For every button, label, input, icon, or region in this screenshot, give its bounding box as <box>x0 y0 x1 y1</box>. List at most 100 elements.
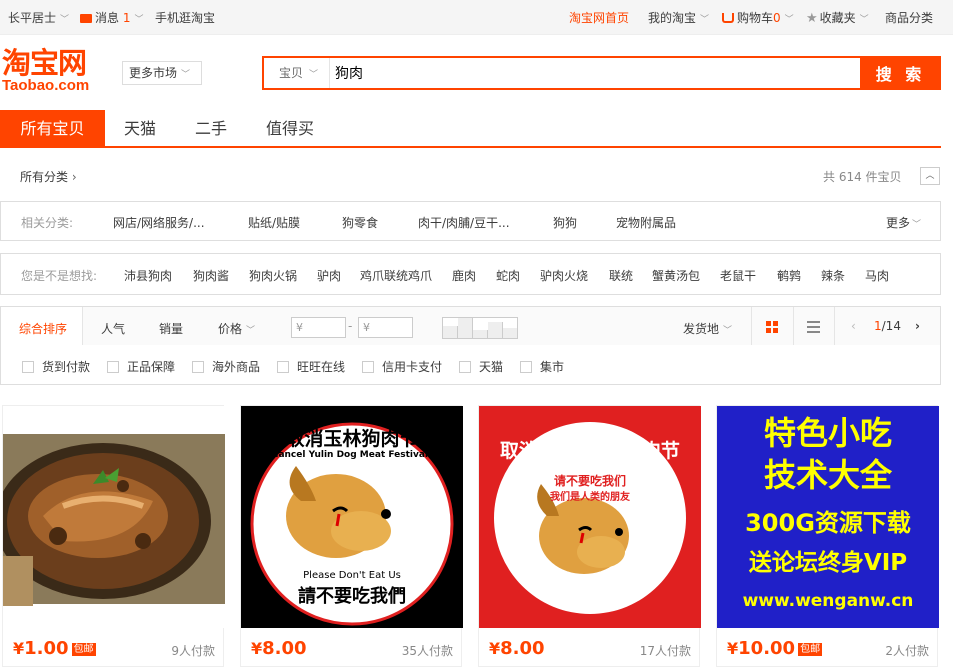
checkbox[interactable] <box>520 361 532 373</box>
related-item[interactable]: 贴纸/贴膜 <box>248 214 300 231</box>
filter-cod[interactable]: 货到付款 <box>22 358 90 375</box>
filter-credit-card[interactable]: 信用卡支付 <box>362 358 442 375</box>
price-min-input[interactable]: ¥ <box>291 317 346 338</box>
user-menu[interactable]: 长平居士 ﹀ <box>8 9 69 26</box>
tab-worth-buying[interactable]: 值得买 <box>247 110 333 148</box>
suggest-item[interactable]: 狗肉酱 <box>193 267 229 284</box>
poster-subtitle: Cancel Yulin Dog Meat Festival! <box>271 450 433 460</box>
related-item[interactable]: 网店/网络服务/... <box>113 214 205 231</box>
filter-tmall[interactable]: 天猫 <box>459 358 503 375</box>
suggest-item[interactable]: 驴肉火烧 <box>540 267 588 284</box>
price-value: 8.00 <box>262 638 307 659</box>
filter-label: 货到付款 <box>42 360 91 374</box>
search-input[interactable] <box>332 58 860 88</box>
chevron-down-icon: ﹀ <box>723 326 733 336</box>
chevron-down-icon: ﹀ <box>246 326 256 336</box>
product-image[interactable]: 取消玉林狗肉节 Cancel Yulin Dog Meat Festival! … <box>241 406 463 628</box>
suggest-label: 您是不是想找: <box>21 269 98 283</box>
sort-sales[interactable]: 销量 <box>159 320 183 337</box>
related-item[interactable]: 宠物附属品 <box>616 214 676 231</box>
sort-default[interactable]: 综合排序 <box>19 320 67 337</box>
suggest-item[interactable]: 联统 <box>609 267 633 284</box>
price-distribution-graph[interactable] <box>442 317 518 339</box>
product-card[interactable]: ¥1.00 包邮 9人付款 <box>2 405 225 667</box>
search-button[interactable]: 搜 索 <box>860 56 941 90</box>
divider <box>751 307 752 347</box>
chevron-down-icon: ﹀ <box>134 15 144 25</box>
cart-link[interactable]: 购物车0 ﹀ <box>722 9 794 26</box>
related-item[interactable]: 狗狗 <box>553 214 577 231</box>
ship-from-select[interactable]: 发货地 ﹀ <box>683 320 732 337</box>
product-card[interactable]: 特色小吃 技术大全 300G资源下载 送论坛终身VIP www.wenganw.… <box>716 405 939 667</box>
suggest-item[interactable]: 蟹黄汤包 <box>652 267 700 284</box>
breadcrumb[interactable]: 所有分类 › <box>20 168 77 185</box>
chevron-down-icon: ﹀ <box>859 15 869 25</box>
checkbox[interactable] <box>22 361 34 373</box>
tab-all-items[interactable]: 所有宝贝 <box>0 110 105 148</box>
filter-market[interactable]: 集市 <box>520 358 564 375</box>
more-markets-button[interactable]: 更多市场 ﹀ <box>122 61 202 85</box>
filter-label: 正品保障 <box>127 360 176 374</box>
checkbox[interactable] <box>192 361 204 373</box>
price-max-input[interactable]: ¥ <box>358 317 413 338</box>
my-taobao-menu[interactable]: 我的淘宝 ﹀ <box>648 9 709 26</box>
related-label: 相关分类: <box>21 216 74 230</box>
filter-wangwang[interactable]: 旺旺在线 <box>277 358 345 375</box>
search-category-select[interactable]: 宝贝 ﹀ <box>264 58 330 88</box>
suggest-item[interactable]: 沛县狗肉 <box>124 267 172 284</box>
prev-page-icon[interactable]: ‹ <box>851 319 856 333</box>
checkbox[interactable] <box>459 361 471 373</box>
checkbox[interactable] <box>107 361 119 373</box>
suggest-item[interactable]: 狗肉火锅 <box>249 267 297 284</box>
filter-genuine[interactable]: 正品保障 <box>107 358 175 375</box>
product-image[interactable]: 取消6·21玉林狗肉节 请不要吃我们 我们是人类的朋友 <box>479 406 701 628</box>
checkbox[interactable] <box>362 361 374 373</box>
favorites-label: 收藏夹 <box>819 11 856 25</box>
currency-symbol: ¥ <box>251 639 263 658</box>
grid-view-icon[interactable] <box>766 321 778 333</box>
next-page-icon[interactable]: › <box>915 319 920 333</box>
product-image[interactable] <box>3 406 225 628</box>
sort-price[interactable]: 价格 ﹀ <box>218 320 255 337</box>
suggest-item[interactable]: 鹿肉 <box>452 267 476 284</box>
sort-popularity[interactable]: 人气 <box>101 320 125 337</box>
cart-icon <box>722 13 734 23</box>
taobao-logo[interactable]: 淘宝网 Taobao.com <box>2 48 112 94</box>
mobile-taobao-link[interactable]: 手机逛淘宝 <box>155 9 215 26</box>
suggest-item[interactable]: 马肉 <box>865 267 889 284</box>
search-bar: 宝贝 ﹀ 搜 索 <box>262 56 941 90</box>
tab-second-hand[interactable]: 二手 <box>175 110 247 148</box>
product-card[interactable]: 取消6·21玉林狗肉节 请不要吃我们 我们是人类的朋友 ¥8.00 17人付款 <box>478 405 701 667</box>
product-image[interactable]: 特色小吃 技术大全 300G资源下载 送论坛终身VIP www.wenganw.… <box>717 406 939 628</box>
logo-en: Taobao.com <box>2 77 90 94</box>
checkbox[interactable] <box>277 361 289 373</box>
suggest-item[interactable]: 辣条 <box>821 267 845 284</box>
related-item[interactable]: 肉干/肉脯/豆干... <box>418 214 510 231</box>
suggestions-panel: 您是不是想找: 沛县狗肉 狗肉酱 狗肉火锅 驴肉 鸡爪联统鸡爪 鹿肉 蛇肉 驴肉… <box>0 253 941 295</box>
poster-line-1: 请不要吃我们 <box>553 474 626 488</box>
ad-line: 送论坛终身VIP <box>748 550 908 576</box>
home-link[interactable]: 淘宝网首页 <box>569 9 629 26</box>
suggest-item[interactable]: 鹌鹑 <box>777 267 801 284</box>
product-price: ¥8.00 <box>251 638 307 659</box>
categories-link[interactable]: 商品分类 <box>885 9 933 26</box>
tab-tmall[interactable]: 天猫 <box>105 110 175 148</box>
suggest-item[interactable]: 鸡爪联统鸡爪 <box>360 267 432 284</box>
messages-link[interactable]: 消息 1 ﹀ <box>80 9 144 26</box>
filter-overseas[interactable]: 海外商品 <box>192 358 260 375</box>
chevron-down-icon: ﹀ <box>181 70 191 80</box>
ad-line: www.wenganw.cn <box>742 591 914 611</box>
suggest-item[interactable]: 蛇肉 <box>496 267 520 284</box>
suggest-item[interactable]: 驴肉 <box>317 267 341 284</box>
product-card[interactable]: 取消玉林狗肉节 Cancel Yulin Dog Meat Festival! … <box>240 405 463 667</box>
list-view-icon[interactable] <box>807 321 820 333</box>
suggest-item[interactable]: 老鼠干 <box>720 267 756 284</box>
related-more-button[interactable]: 更多 ﹀ <box>886 214 921 231</box>
favorites-menu[interactable]: ★ 收藏夹 ﹀ <box>806 9 869 26</box>
collapse-button[interactable]: ︿ <box>920 167 940 185</box>
page-current: 1 <box>874 319 882 333</box>
filter-label: 旺旺在线 <box>297 360 346 374</box>
currency-symbol: ¥ <box>489 639 501 658</box>
related-item[interactable]: 狗零食 <box>342 214 378 231</box>
price-bar <box>488 322 503 338</box>
